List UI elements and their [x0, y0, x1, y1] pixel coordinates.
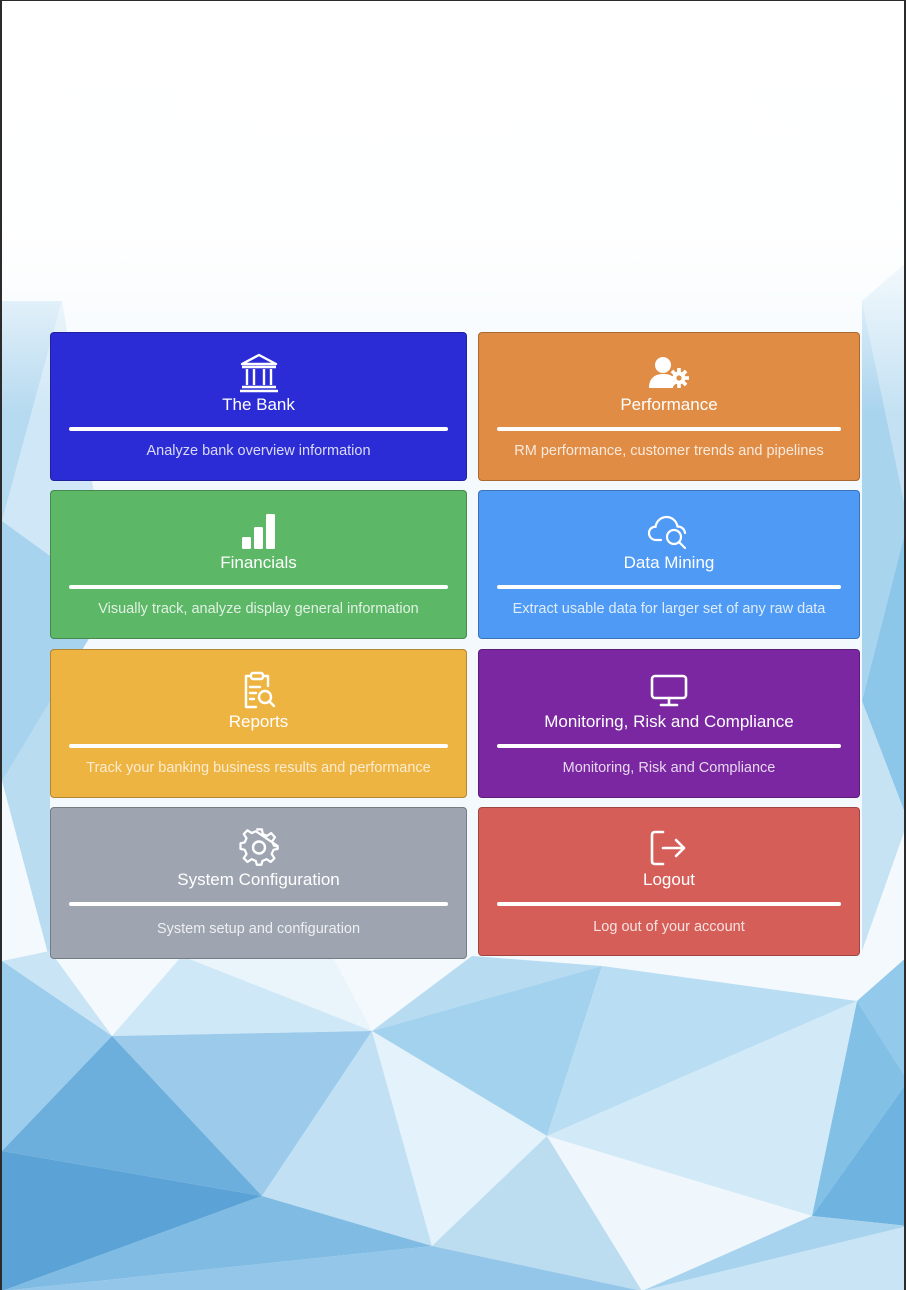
- bank-icon: [51, 353, 466, 393]
- tile-title: Monitoring, Risk and Compliance: [544, 712, 794, 731]
- tile-description: Analyze bank overview information: [146, 443, 371, 459]
- tile-title: The Bank: [222, 395, 295, 414]
- tile-description: Extract usable data for larger set of an…: [512, 601, 826, 617]
- divider: [497, 585, 841, 589]
- tile-title: Financials: [220, 553, 297, 572]
- divider: [69, 902, 448, 906]
- monitor-icon: [479, 670, 859, 710]
- tile-data-mining[interactable]: Data Mining Extract usable data for larg…: [478, 490, 860, 639]
- user-gear-icon: [479, 353, 859, 393]
- cloud-search-icon: [479, 511, 859, 551]
- tile-logout[interactable]: Logout Log out of your account: [478, 807, 860, 956]
- divider: [69, 585, 448, 589]
- tile-title: Data Mining: [623, 553, 715, 572]
- tile-performance[interactable]: Performance RM performance, customer tre…: [478, 332, 860, 481]
- app-window: The Bank Analyze bank overview informati…: [0, 0, 906, 1290]
- tile-system-configuration[interactable]: System Configuration System setup and co…: [50, 807, 467, 959]
- tile-title: Logout: [643, 870, 695, 889]
- tile-description: Visually track, analyze display general …: [98, 601, 419, 617]
- tile-title: Reports: [228, 712, 289, 731]
- divider: [497, 427, 841, 431]
- tile-financials[interactable]: Financials Visually track, analyze displ…: [50, 490, 467, 639]
- tile-description: System setup and configuration: [156, 921, 361, 937]
- tile-the-bank[interactable]: The Bank Analyze bank overview informati…: [50, 332, 467, 481]
- divider: [497, 744, 841, 748]
- clipboard-search-icon: [51, 670, 466, 710]
- divider: [497, 902, 841, 906]
- tile-description: Monitoring, Risk and Compliance: [562, 760, 776, 776]
- tile-title: Performance: [620, 395, 718, 414]
- tile-title: System Configuration: [177, 870, 340, 889]
- tile-monitoring-risk-compliance[interactable]: Monitoring, Risk and Compliance Monitori…: [478, 649, 860, 798]
- polygon-background: [2, 1, 904, 1290]
- tile-description: Log out of your account: [593, 919, 745, 935]
- divider: [69, 427, 448, 431]
- tile-description: Track your banking business results and …: [86, 760, 431, 776]
- logout-icon: [479, 828, 859, 868]
- divider: [69, 744, 448, 748]
- bar-chart-icon: [51, 511, 466, 551]
- gear-icon: [51, 828, 466, 868]
- tile-reports[interactable]: Reports Track your banking business resu…: [50, 649, 467, 798]
- tile-description: RM performance, customer trends and pipe…: [514, 443, 824, 459]
